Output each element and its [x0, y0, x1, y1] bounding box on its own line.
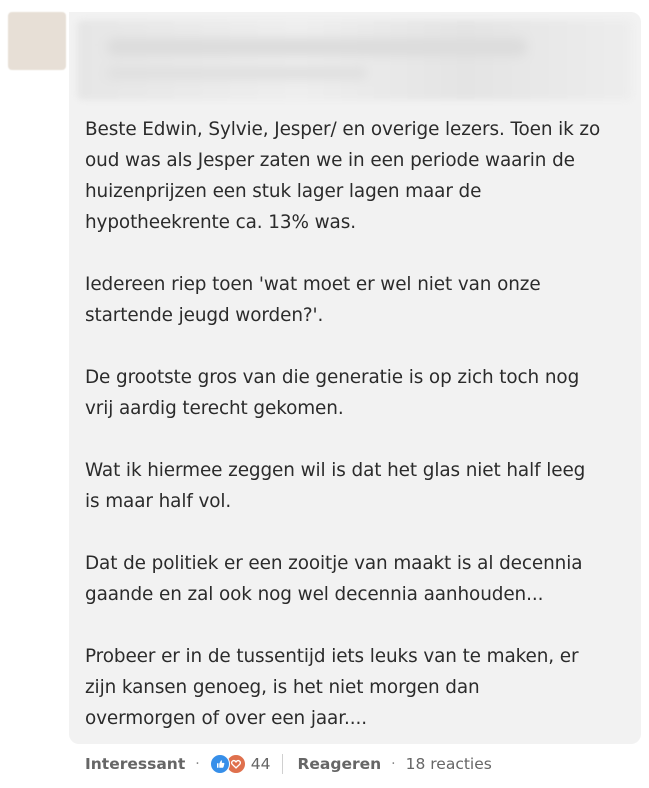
comment-bubble: Beste Edwin, Sylvie, Jesper/ en overige …: [69, 12, 641, 744]
react-button[interactable]: Interessant: [85, 755, 185, 773]
comment-actions: Interessant · 44 Reageren · 18 reacties: [85, 752, 492, 776]
author-header-blurred: [77, 20, 632, 100]
divider: [282, 754, 284, 774]
reactions-summary[interactable]: 44: [209, 754, 271, 774]
comment-paragraph: De grootste gros van die generatie is op…: [85, 367, 580, 419]
reply-button[interactable]: Reageren: [297, 755, 381, 773]
separator-dot: ·: [391, 756, 396, 772]
replies-count-link[interactable]: 18 reacties: [406, 755, 492, 773]
comment-paragraph: Iedereen riep toen 'wat moet er wel niet…: [85, 274, 541, 326]
like-icon: [209, 754, 230, 774]
reaction-count: 44: [250, 755, 271, 773]
comment-paragraph: Wat ik hiermee zeggen wil is dat het gla…: [85, 460, 586, 512]
avatar[interactable]: [8, 12, 66, 70]
comment-text: Beste Edwin, Sylvie, Jesper/ en overige …: [85, 114, 630, 734]
comment-paragraph: Dat de politiek er een zooitje van maakt…: [85, 553, 583, 605]
separator-dot: ·: [195, 756, 200, 772]
comment-paragraph: Probeer er in de tussentijd iets leuks v…: [85, 646, 579, 729]
comment-paragraph: Beste Edwin, Sylvie, Jesper/ en overige …: [85, 119, 601, 233]
